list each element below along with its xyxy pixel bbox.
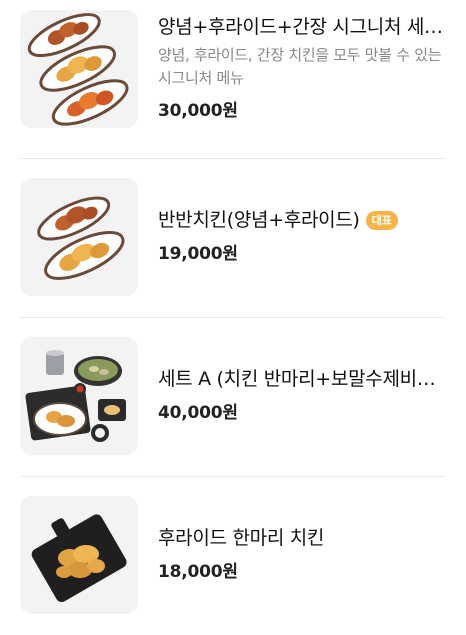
menu-item-fried-whole[interactable]: 후라이드 한마리 치킨 18,000원 <box>0 477 466 635</box>
menu-item-signature-set[interactable]: 양념+후라이드+간장 시그니처 세… 양념, 후라이드, 간장 치킨을 모두 맛… <box>0 0 466 158</box>
menu-item-set-a[interactable]: 세트 A (치킨 반마리+보말수제비… 40,000원 <box>0 318 466 476</box>
menu-item-half-half[interactable]: 반반치킨(양념+후라이드) 대표 19,000원 <box>0 159 466 317</box>
menu-item-name: 후라이드 한마리 치킨 <box>158 527 325 549</box>
menu-item-price: 18,000원 <box>158 562 238 582</box>
chicken-three-plates-icon <box>20 10 138 128</box>
menu-item-price: 30,000원 <box>158 101 238 121</box>
signature-badge: 대표 <box>365 210 398 230</box>
menu-item-price: 19,000원 <box>158 244 238 264</box>
menu-item-price: 40,000원 <box>158 403 238 423</box>
chicken-two-plates-icon <box>20 178 138 296</box>
menu-item-name: 반반치킨(양념+후라이드) <box>158 209 360 231</box>
menu-list: 양념+후라이드+간장 시그니처 세… 양념, 후라이드, 간장 치킨을 모두 맛… <box>0 0 466 625</box>
menu-item-name: 양념+후라이드+간장 시그니처 세… <box>158 16 443 38</box>
menu-item-name: 세트 A (치킨 반마리+보말수제비… <box>158 368 436 390</box>
fried-chicken-board-icon <box>20 496 138 614</box>
chicken-set-icon <box>20 337 138 455</box>
menu-item-description: 양념, 후라이드, 간장 치킨을 모두 맛볼 수 있는 시그니처 메뉴 <box>158 46 442 87</box>
